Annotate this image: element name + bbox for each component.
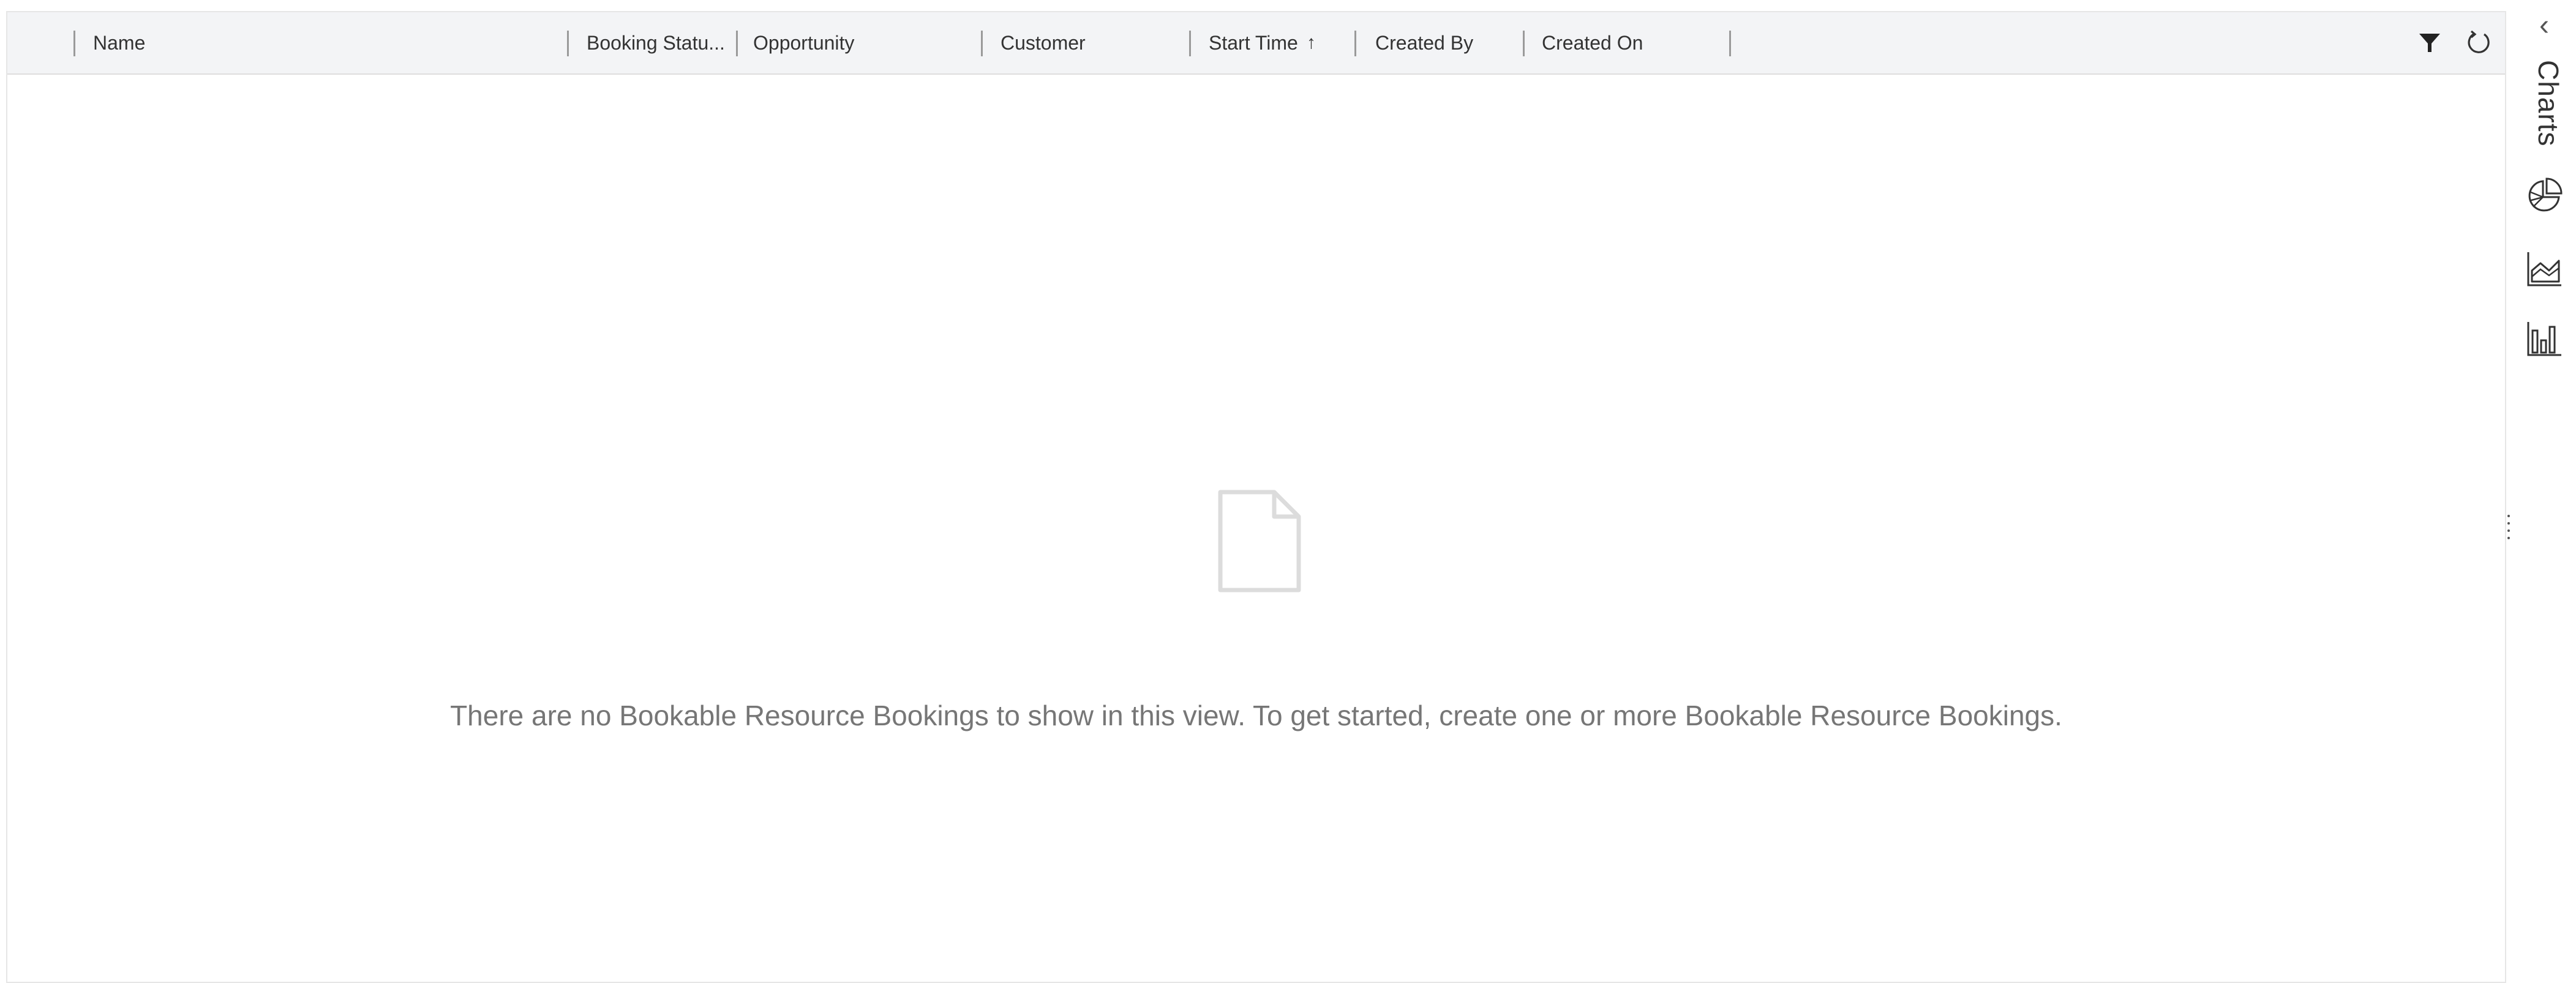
column-header-label: Customer	[1001, 31, 1086, 54]
column-separator[interactable]	[1354, 31, 1356, 56]
filter-button[interactable]	[2411, 24, 2448, 61]
column-header-booking-status[interactable]: Booking Statu...	[587, 12, 725, 73]
filter-icon	[2419, 34, 2440, 52]
column-header-label: Created By	[1375, 31, 1474, 54]
bookings-grid: Name Booking Statu... Opportunity Custom…	[6, 11, 2506, 983]
column-header-label: Name	[93, 31, 146, 54]
column-separator[interactable]	[1523, 31, 1525, 56]
bar-chart-button[interactable]	[2522, 317, 2566, 361]
bar-chart-icon	[2527, 322, 2561, 356]
pie-chart-icon	[2528, 178, 2563, 212]
column-header-label: Start Time	[1209, 31, 1298, 54]
empty-state: There are no Bookable Resource Bookings …	[7, 75, 2505, 983]
sort-ascending-icon: ↑	[1306, 32, 1316, 53]
column-separator[interactable]	[567, 31, 569, 56]
refresh-button[interactable]	[2460, 24, 2497, 61]
collapse-panel-button[interactable]: ‹	[2526, 9, 2563, 43]
area-chart-button[interactable]	[2522, 247, 2566, 291]
column-separator[interactable]	[73, 31, 75, 56]
column-header-label: Opportunity	[753, 31, 855, 54]
column-header-customer[interactable]: Customer	[1001, 12, 1086, 73]
column-separator[interactable]	[981, 31, 983, 56]
column-separator[interactable]	[1189, 31, 1191, 56]
area-chart-icon	[2527, 252, 2561, 286]
column-header-start-time[interactable]: Start Time ↑	[1209, 12, 1316, 73]
column-header-name[interactable]: Name	[93, 12, 145, 73]
panel-resize-handle[interactable]	[2505, 511, 2512, 544]
column-header-created-by[interactable]: Created By	[1375, 12, 1473, 73]
column-header-label: Created On	[1542, 31, 1643, 54]
column-separator[interactable]	[736, 31, 738, 56]
refresh-icon	[2468, 30, 2490, 53]
app-window: Name Booking Statu... Opportunity Custom…	[0, 0, 2576, 983]
charts-side-panel: ‹ Charts	[2512, 0, 2576, 983]
column-header-opportunity[interactable]: Opportunity	[753, 12, 854, 73]
column-separator[interactable]	[1729, 31, 1731, 56]
charts-panel-title[interactable]: Charts	[2532, 60, 2565, 146]
column-header-label: Booking Statu...	[587, 31, 725, 54]
pie-chart-button[interactable]	[2522, 174, 2566, 218]
chevron-left-icon: ‹	[2539, 9, 2549, 42]
column-header-created-on[interactable]: Created On	[1542, 12, 1643, 73]
empty-state-message: There are no Bookable Resource Bookings …	[450, 700, 2062, 731]
empty-document-icon	[1218, 490, 1301, 592]
grid-header: Name Booking Statu... Opportunity Custom…	[7, 12, 2505, 75]
